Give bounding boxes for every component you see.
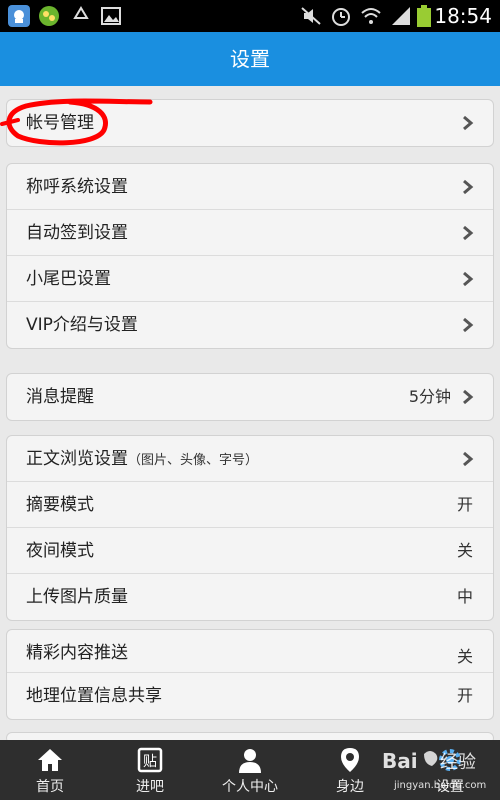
title-system-row[interactable]: 称呼系统设置: [7, 164, 493, 210]
upload-quality-value: 中: [456, 587, 473, 606]
nav-tieba[interactable]: 贴 进吧: [100, 740, 200, 800]
alarm-icon: [332, 8, 350, 26]
location-icon: [341, 748, 359, 772]
status-bar: 18:54: [0, 0, 500, 32]
night-mode-value: 关: [456, 541, 473, 560]
home-icon: [38, 749, 62, 771]
row-label-main: 正文浏览设置: [26, 449, 128, 469]
signature-tail-row[interactable]: 小尾巴设置: [7, 256, 493, 302]
row-label: 消息提醒: [26, 387, 94, 407]
nav-home[interactable]: 首页: [0, 740, 100, 800]
account-management-row[interactable]: 帐号管理: [7, 100, 493, 146]
row-label: VIP介绍与设置: [26, 315, 138, 335]
signal-icon: [392, 7, 410, 25]
page-title: 设置: [230, 47, 270, 71]
nav-label: 进吧: [136, 779, 164, 795]
nav-label: 首页: [36, 779, 64, 795]
row-label-sub: （图片、头像、字号）: [128, 453, 259, 468]
chevron-right-icon: [463, 389, 474, 405]
summary-mode-row[interactable]: 摘要模式 开: [7, 482, 493, 528]
qq-icon: [8, 5, 30, 27]
nav-label: 个人中心: [222, 779, 278, 795]
content-push-value: 关: [456, 647, 473, 666]
chevron-right-icon: [463, 225, 474, 241]
gallery-icon: [101, 7, 121, 25]
row-label: 自动签到设置: [26, 223, 128, 243]
nav-settings[interactable]: 设置: [400, 740, 500, 800]
mute-icon: [301, 7, 321, 25]
row-label: 上传图片质量: [26, 587, 128, 607]
location-share-row[interactable]: 地理位置信息共享 开: [7, 673, 493, 719]
tieba-icon: 贴: [137, 747, 163, 773]
upload-quality-row[interactable]: 上传图片质量 中: [7, 574, 493, 620]
location-share-value: 开: [456, 686, 473, 705]
nav-profile[interactable]: 个人中心: [200, 740, 300, 800]
vip-settings-row[interactable]: VIP介绍与设置: [7, 302, 493, 348]
settings-group-push: 精彩内容推送 关 地理位置信息共享 开: [6, 629, 494, 720]
settings-group-personal: 称呼系统设置 自动签到设置 小尾巴设置 VIP介绍与设置: [6, 163, 494, 349]
chevron-right-icon: [463, 271, 474, 287]
row-label: 帐号管理: [26, 113, 94, 133]
clock: 18:54: [434, 4, 492, 28]
settings-group-browsing: 正文浏览设置（图片、头像、字号） 摘要模式 开 夜间模式 关 上传图片质量 中: [6, 435, 494, 621]
person-icon: [239, 749, 261, 773]
reading-settings-row[interactable]: 正文浏览设置（图片、头像、字号）: [7, 436, 493, 482]
wechat-icon: [39, 6, 59, 26]
message-reminder-row[interactable]: 消息提醒 5分钟: [7, 374, 493, 420]
row-label: 精彩内容推送: [26, 643, 128, 663]
row-label: 称呼系统设置: [26, 177, 128, 197]
app-header: 设置: [0, 32, 500, 86]
recycle-icon: [73, 6, 89, 19]
nav-label: 身边: [336, 779, 364, 795]
summary-mode-value: 开: [456, 495, 473, 514]
svg-text:贴: 贴: [143, 754, 157, 770]
night-mode-row[interactable]: 夜间模式 关: [7, 528, 493, 574]
settings-group-account: 帐号管理: [6, 99, 494, 147]
row-label: 夜间模式: [26, 541, 94, 561]
content-push-row[interactable]: 精彩内容推送 关: [7, 630, 493, 673]
nav-nearby[interactable]: 身边: [300, 740, 400, 800]
row-label: 正文浏览设置（图片、头像、字号）: [26, 448, 258, 472]
chevron-right-icon: [463, 451, 474, 467]
chevron-right-icon: [463, 317, 474, 333]
row-label: 摘要模式: [26, 495, 94, 515]
row-label: 小尾巴设置: [26, 269, 111, 289]
auto-signin-row[interactable]: 自动签到设置: [7, 210, 493, 256]
chevron-right-icon: [463, 115, 474, 131]
reminder-interval-value: 5分钟: [408, 387, 451, 406]
battery-icon: [417, 5, 431, 27]
bottom-nav: 首页 贴 进吧 个人中心 身边 设置: [0, 740, 500, 800]
settings-group-notification: 消息提醒 5分钟: [6, 373, 494, 421]
row-label: 地理位置信息共享: [26, 686, 162, 706]
wifi-icon: [361, 8, 381, 24]
settings-icon: [439, 749, 461, 771]
chevron-right-icon: [463, 179, 474, 195]
nav-label: 设置: [436, 779, 464, 795]
